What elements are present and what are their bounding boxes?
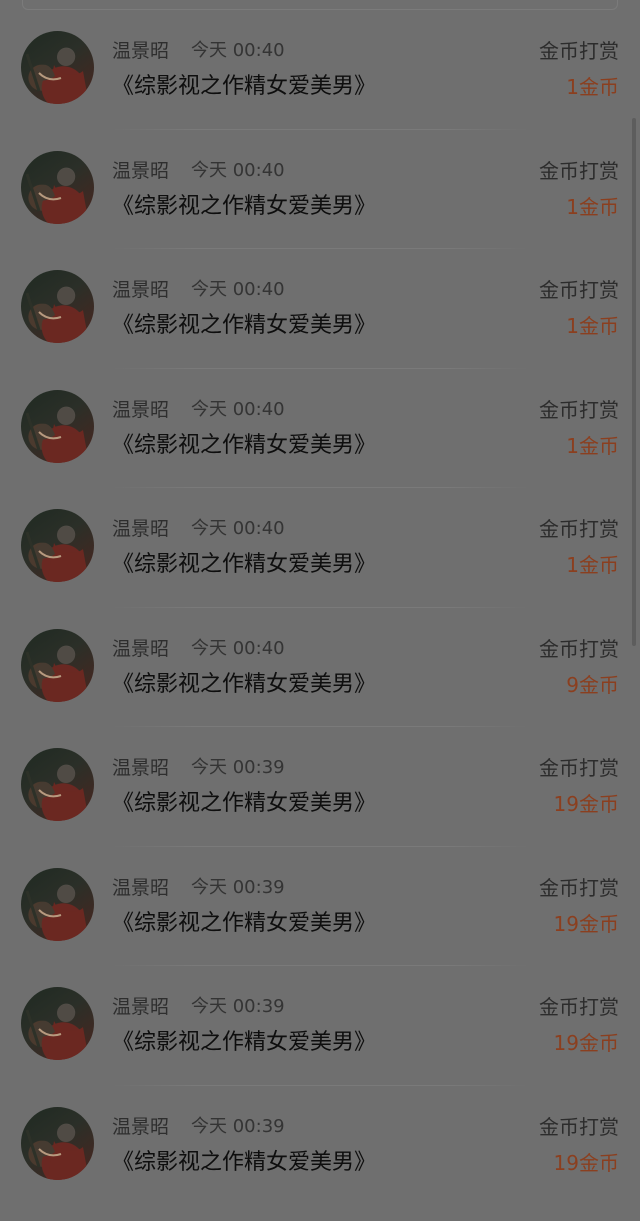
coin-amount: 1金币	[566, 314, 619, 338]
book-title[interactable]: 《综影视之作精女爱美男》	[112, 312, 376, 340]
username: 温景昭	[112, 876, 170, 899]
list-item[interactable]: 温景昭 今天 00:40 《综影视之作精女爱美男》 金币打赏 1金币	[0, 130, 640, 249]
user-avatar-icon	[25, 884, 89, 941]
tip-type: 金币打赏	[539, 517, 619, 541]
user-avatar-icon	[25, 48, 89, 104]
avatar[interactable]	[21, 867, 94, 941]
book-title[interactable]: 《综影视之作精女爱美男》	[112, 73, 376, 101]
user-avatar-icon	[25, 287, 89, 343]
tip-time: 今天 00:40	[191, 637, 285, 659]
coin-amount: 9金币	[566, 672, 619, 697]
book-title[interactable]: 《综影视之作精女爱美男》	[112, 1149, 376, 1177]
list-item[interactable]: 温景昭 今天 00:40 《综影视之作精女爱美男》 金币打赏 1金币	[0, 369, 640, 488]
avatar[interactable]	[21, 509, 94, 582]
tip-type: 金币打赏	[539, 756, 619, 780]
tip-time: 今天 00:39	[191, 996, 285, 1017]
tip-type: 金币打赏	[539, 995, 619, 1019]
tip-time: 今天 00:40	[191, 40, 285, 61]
coin-amount: 1金币	[566, 194, 619, 219]
user-avatar-icon	[25, 167, 89, 224]
book-title[interactable]: 《综影视之作精女爱美男》	[112, 1029, 376, 1057]
tip-time: 今天 00:40	[191, 398, 285, 420]
coin-amount: 1金币	[566, 433, 619, 458]
tip-type: 金币打赏	[539, 39, 619, 63]
username: 温景昭	[112, 279, 170, 301]
username: 温景昭	[112, 159, 170, 182]
username: 温景昭	[112, 398, 170, 421]
coin-amount: 1金币	[566, 75, 619, 99]
username: 温景昭	[112, 40, 170, 62]
tip-time: 今天 00:39	[191, 1115, 285, 1137]
avatar[interactable]	[21, 150, 94, 224]
coin-amount: 19金币	[553, 911, 619, 936]
list-item[interactable]: 温景昭 今天 00:39 《综影视之作精女爱美男》 金币打赏 19金币	[0, 966, 640, 1086]
avatar[interactable]	[21, 628, 94, 702]
username: 温景昭	[112, 757, 170, 779]
tip-type: 金币打赏	[539, 278, 619, 302]
username: 温景昭	[112, 996, 170, 1018]
user-avatar-icon	[25, 526, 89, 582]
tip-type: 金币打赏	[539, 636, 619, 661]
tip-time: 今天 00:40	[191, 518, 285, 539]
coin-amount: 19金币	[553, 1031, 619, 1055]
user-avatar-icon	[25, 645, 89, 702]
list-item[interactable]: 温景昭 今天 00:39 《综影视之作精女爱美男》 金币打赏 19金币	[0, 727, 640, 847]
avatar[interactable]	[21, 31, 94, 104]
tip-time: 今天 00:40	[191, 279, 285, 300]
user-avatar-icon	[25, 1123, 89, 1180]
coin-amount: 1金币	[566, 553, 619, 577]
book-title[interactable]: 《综影视之作精女爱美男》	[112, 790, 376, 818]
username: 温景昭	[112, 1115, 170, 1138]
book-title[interactable]: 《综影视之作精女爱美男》	[112, 551, 376, 579]
tip-type: 金币打赏	[539, 1114, 619, 1139]
user-avatar-icon	[25, 406, 89, 463]
book-title[interactable]: 《综影视之作精女爱美男》	[112, 910, 376, 938]
avatar[interactable]	[21, 748, 94, 821]
coin-amount: 19金币	[553, 792, 619, 816]
list-item[interactable]: 温景昭 今天 00:40 《综影视之作精女爱美男》 金币打赏 1金币	[0, 249, 640, 369]
user-avatar-icon	[25, 765, 89, 821]
avatar[interactable]	[21, 987, 94, 1060]
tip-record-list[interactable]: 温景昭 今天 00:40 《综影视之作精女爱美男》 金币打赏 1金币 温景昭 今…	[0, 10, 640, 1205]
avatar[interactable]	[21, 1106, 94, 1180]
book-title[interactable]: 《综影视之作精女爱美男》	[112, 432, 376, 460]
avatar[interactable]	[21, 389, 94, 463]
tip-time: 今天 00:39	[191, 876, 285, 898]
username: 温景昭	[112, 637, 170, 660]
book-title[interactable]: 《综影视之作精女爱美男》	[112, 671, 376, 699]
list-item[interactable]: 温景昭 今天 00:39 《综影视之作精女爱美男》 金币打赏 19金币	[0, 847, 640, 966]
avatar[interactable]	[21, 270, 94, 343]
tip-type: 金币打赏	[539, 158, 619, 183]
tip-type: 金币打赏	[539, 397, 619, 422]
tip-time: 今天 00:40	[191, 159, 285, 181]
tip-time: 今天 00:39	[191, 757, 285, 778]
top-card-edge	[22, 0, 618, 10]
list-item[interactable]: 温景昭 今天 00:40 《综影视之作精女爱美男》 金币打赏 9金币	[0, 608, 640, 727]
user-avatar-icon	[25, 1004, 89, 1060]
list-item[interactable]: 温景昭 今天 00:40 《综影视之作精女爱美男》 金币打赏 1金币	[0, 10, 640, 130]
scrollbar[interactable]	[632, 118, 636, 646]
list-item[interactable]: 温景昭 今天 00:40 《综影视之作精女爱美男》 金币打赏 1金币	[0, 488, 640, 608]
book-title[interactable]: 《综影视之作精女爱美男》	[112, 193, 376, 221]
list-item[interactable]: 温景昭 今天 00:39 《综影视之作精女爱美男》 金币打赏 19金币	[0, 1086, 640, 1206]
tip-type: 金币打赏	[539, 875, 619, 900]
coin-amount: 19金币	[553, 1150, 619, 1175]
username: 温景昭	[112, 518, 170, 540]
